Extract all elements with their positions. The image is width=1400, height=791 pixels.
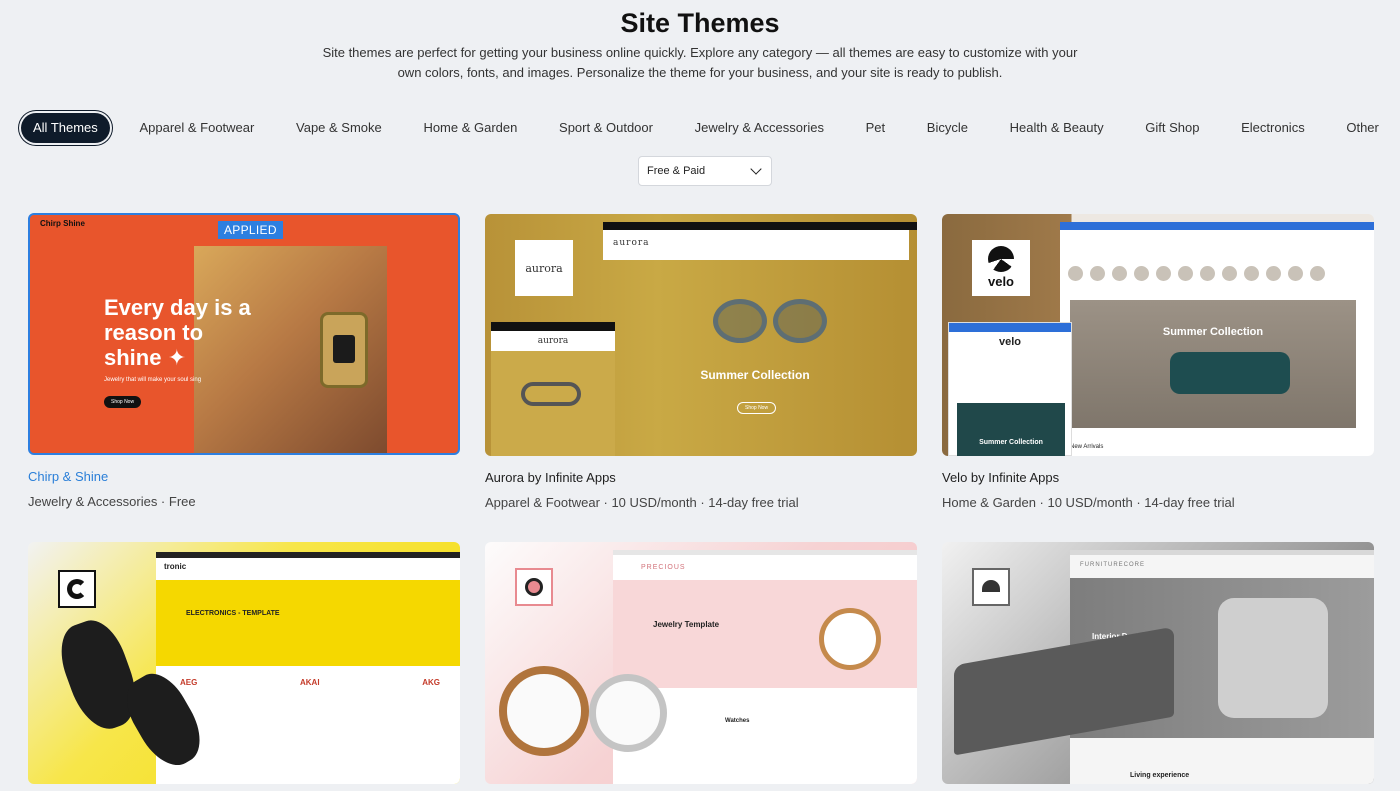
velo-logo-icon [988, 246, 1014, 272]
preview-headline: Every day is a reason to shine ✦ [104, 295, 251, 370]
theme-preview[interactable]: Chirp Shine Every day is a reason to shi… [28, 213, 460, 455]
applied-badge: APPLIED [218, 221, 283, 239]
preview-mobile: velo Summer Collection [948, 322, 1072, 456]
preview-desktop: PRECIOUS Jewelry Template Watches [613, 550, 917, 784]
preview-mobile-logo: aurora [491, 331, 615, 351]
tab-apparel-footwear[interactable]: Apparel & Footwear [127, 113, 266, 143]
sunglasses-image [521, 382, 581, 406]
category-tabs: All Themes Apparel & Footwear Vape & Smo… [21, 113, 1391, 143]
preview-subtext: Jewelry that will make your soul sing [104, 377, 202, 383]
preview-logo-card: aurora [515, 240, 573, 296]
theme-preview[interactable]: PRECIOUS Jewelry Template Watches [485, 542, 917, 784]
sunglasses-image [713, 299, 827, 343]
armchair-image [1218, 598, 1328, 718]
preview-logo-text: velo [987, 274, 1014, 289]
lamp-logo-icon [972, 568, 1010, 606]
preview-nav: aurora [603, 230, 909, 260]
page-description: Site themes are perfect for getting your… [322, 45, 1078, 80]
earring-image [320, 312, 368, 388]
preview-brand: PRECIOUS [641, 564, 686, 571]
preview-hero: ELECTRONICS - TEMPLATE [156, 580, 460, 666]
theme-card-furniture[interactable]: FURNITURECORE Interior Design Living exp… [942, 542, 1374, 784]
preview-hero: Summer Collection [1070, 300, 1356, 428]
preview-section-title: Living experience [1130, 772, 1190, 779]
precious-logo-icon [515, 568, 553, 606]
tab-bicycle[interactable]: Bicycle [915, 113, 980, 143]
brand-logo: AKG [422, 678, 440, 687]
theme-meta: Jewelry & Accessories · Free [28, 494, 196, 509]
preview-mobile-logo: velo [998, 336, 1021, 348]
theme-card-chirp-shine[interactable]: Chirp Shine Every day is a reason to shi… [28, 213, 460, 509]
preview-shop-button: Shop Now [104, 396, 142, 408]
theme-preview[interactable]: FURNITURECORE Interior Design Living exp… [942, 542, 1374, 784]
tab-home-garden[interactable]: Home & Garden [411, 113, 529, 143]
theme-preview[interactable]: aurora aurora aurora Summer Collection S… [485, 214, 917, 456]
preview-headline: Jewelry Template [653, 620, 720, 629]
theme-meta: Apparel & Footwear · 10 USD/month · 14-d… [485, 495, 799, 510]
theme-card-aurora[interactable]: aurora aurora aurora Summer Collection S… [485, 214, 917, 510]
preview-headline: Summer Collection [700, 368, 810, 382]
theme-name-link[interactable]: Velo by Infinite Apps [942, 470, 1374, 485]
page-title: Site Themes [620, 8, 780, 38]
tab-electronics[interactable]: Electronics [1229, 113, 1317, 143]
preview-desktop: tronic ELECTRONICS - TEMPLATE AEG AKAI A… [156, 552, 460, 784]
tab-health-beauty[interactable]: Health & Beauty [998, 113, 1116, 143]
brand-logo: AEG [180, 678, 198, 687]
tab-pet[interactable]: Pet [854, 113, 898, 143]
preview-logo-card: velo [972, 240, 1030, 296]
preview-headline: Summer Collection [1162, 326, 1264, 338]
watch-image [589, 674, 667, 752]
preview-mobile: aurora [491, 322, 615, 456]
theme-name-link[interactable]: Aurora by Infinite Apps [485, 470, 917, 485]
sofa-image [1170, 352, 1290, 394]
preview-nav-logo: aurora [613, 238, 650, 248]
preview-desktop: Summer Collection New Arrivals [1060, 222, 1374, 456]
brand-logo: AKAI [300, 678, 320, 687]
preview-section-title: New Arrivals [1070, 444, 1104, 450]
preview-brand: tronic [164, 562, 187, 571]
theme-card-precious[interactable]: PRECIOUS Jewelry Template Watches [485, 542, 917, 784]
price-filter-value: Free & Paid [647, 165, 706, 177]
tab-vape-smoke[interactable]: Vape & Smoke [284, 113, 394, 143]
theme-meta: Home & Garden · 10 USD/month · 14-day fr… [942, 495, 1235, 510]
watch-image [819, 608, 881, 670]
preview-section-title: Watches [725, 718, 750, 724]
theme-card-tronic[interactable]: tronic ELECTRONICS - TEMPLATE AEG AKAI A… [28, 542, 460, 784]
preview-topbar [603, 222, 917, 230]
tab-all-themes[interactable]: All Themes [21, 113, 110, 143]
theme-preview[interactable]: Summer Collection New Arrivals velo velo… [942, 214, 1374, 456]
category-circles [1068, 266, 1325, 281]
price-filter-select[interactable]: Free & Paid [638, 156, 772, 186]
tronic-logo-icon [58, 570, 96, 608]
preview-mobile-hero: Summer Collection [957, 403, 1065, 456]
theme-card-velo[interactable]: Summer Collection New Arrivals velo velo… [942, 214, 1374, 510]
preview-logo: Chirp Shine [40, 219, 85, 228]
theme-preview[interactable]: tronic ELECTRONICS - TEMPLATE AEG AKAI A… [28, 542, 460, 784]
preview-brand: FURNITURECORE [1080, 562, 1145, 568]
chevron-down-icon [750, 163, 762, 175]
watch-image [499, 666, 589, 756]
tab-gift-shop[interactable]: Gift Shop [1133, 113, 1211, 143]
tab-sport-outdoor[interactable]: Sport & Outdoor [547, 113, 665, 143]
brand-logos: AEG AKAI AKG [180, 678, 440, 687]
preview-shop-button: Shop Now [737, 402, 777, 414]
preview-headline: ELECTRONICS - TEMPLATE [186, 610, 280, 617]
theme-name-link[interactable]: Chirp & Shine [28, 469, 460, 484]
tab-jewelry-accessories[interactable]: Jewelry & Accessories [683, 113, 836, 143]
tab-other[interactable]: Other [1334, 113, 1391, 143]
